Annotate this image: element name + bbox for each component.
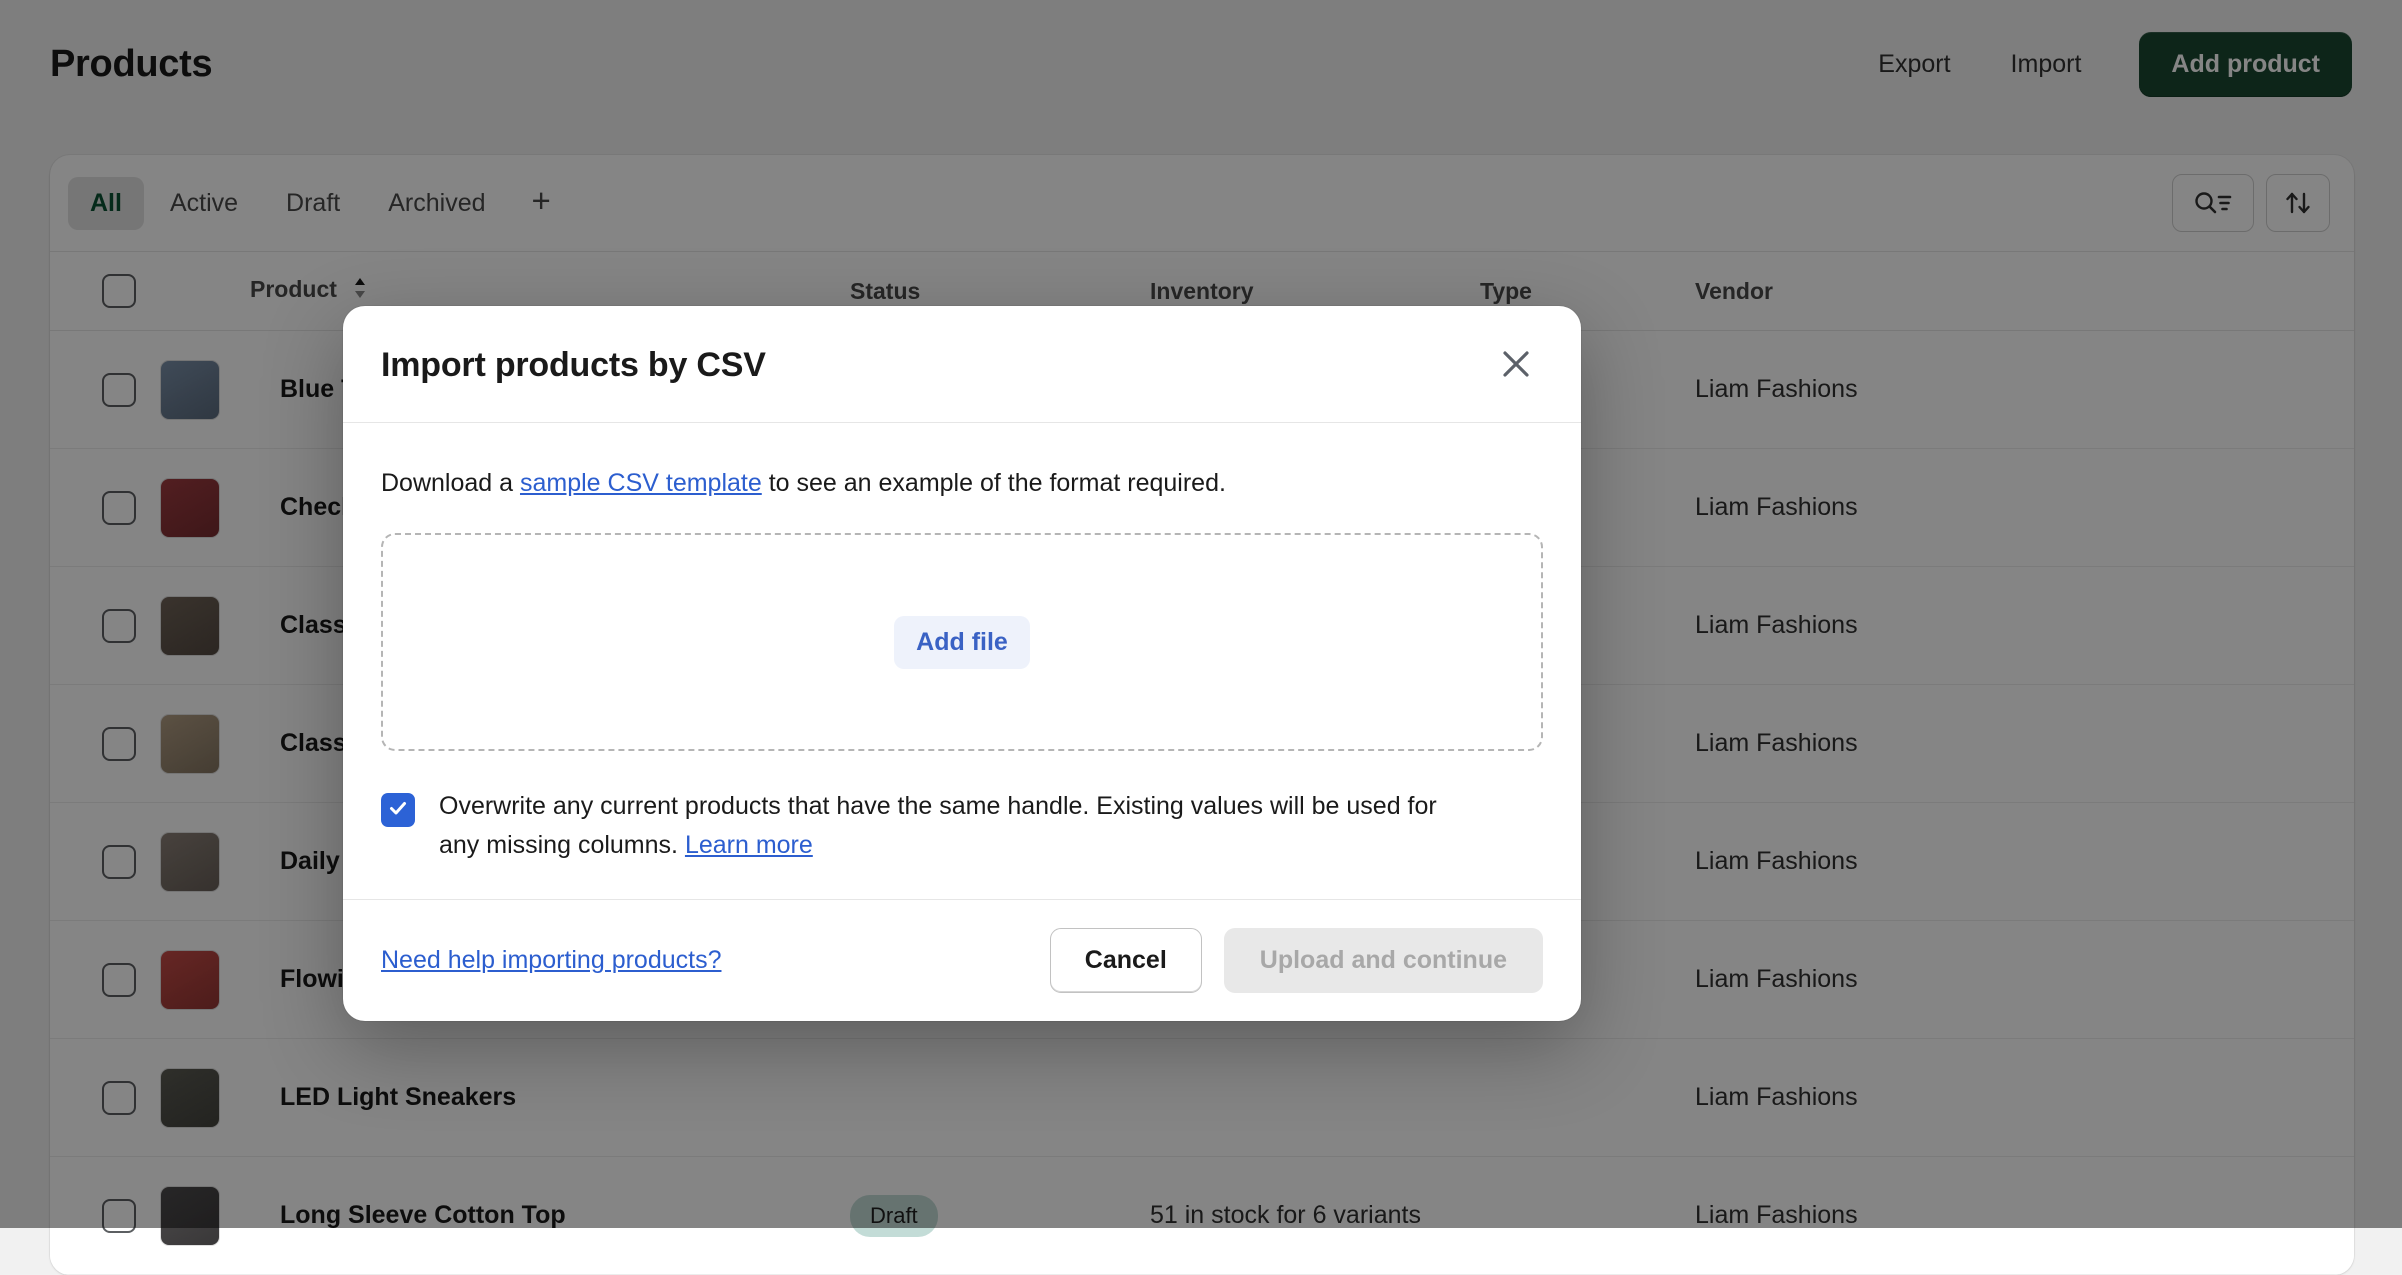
learn-more-link[interactable]: Learn more (685, 831, 813, 859)
intro-text: Download a sample CSV template to see an… (381, 465, 1543, 501)
overwrite-checkbox[interactable] (381, 793, 415, 827)
modal-title: Import products by CSV (381, 346, 766, 385)
modal-body: Download a sample CSV template to see an… (343, 423, 1581, 899)
add-file-button[interactable]: Add file (894, 616, 1030, 669)
overwrite-text: Overwrite any current products that have… (439, 792, 1437, 859)
close-button[interactable] (1489, 338, 1543, 392)
checkmark-icon (387, 797, 409, 824)
overwrite-option-row: Overwrite any current products that have… (381, 787, 1543, 865)
close-icon (1499, 347, 1533, 384)
modal-header: Import products by CSV (343, 306, 1581, 423)
intro-prefix: Download a (381, 469, 520, 497)
cancel-button[interactable]: Cancel (1050, 928, 1202, 993)
need-help-link[interactable]: Need help importing products? (381, 946, 721, 975)
overwrite-label: Overwrite any current products that have… (439, 787, 1439, 865)
intro-suffix: to see an example of the format required… (762, 469, 1226, 497)
sample-csv-template-link[interactable]: sample CSV template (520, 469, 762, 497)
import-products-modal: Import products by CSV Download a sample… (343, 306, 1581, 1021)
footer-actions: Cancel Upload and continue (1050, 928, 1543, 993)
modal-footer: Need help importing products? Cancel Upl… (343, 899, 1581, 1021)
upload-and-continue-button: Upload and continue (1224, 928, 1543, 993)
file-dropzone[interactable]: Add file (381, 533, 1543, 751)
